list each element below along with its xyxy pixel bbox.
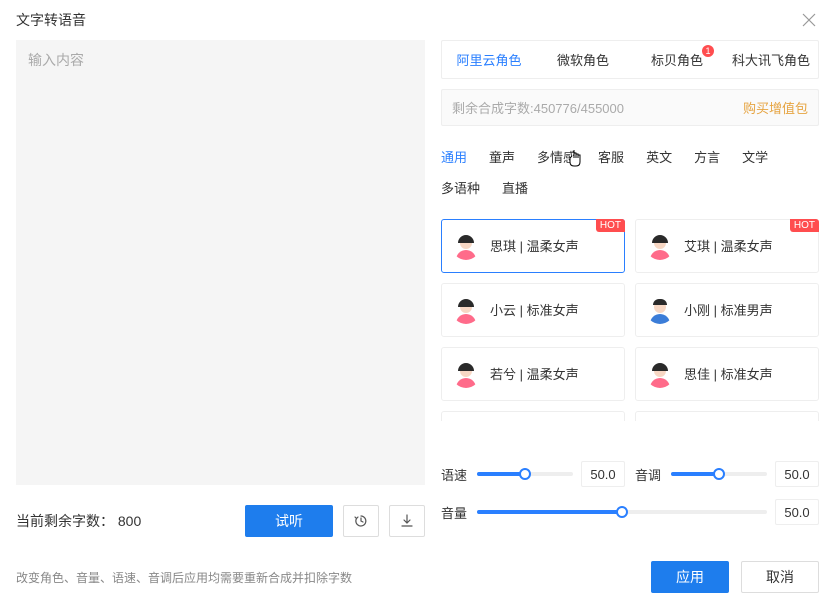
modal-body: 当前剩余字数： 800 试听 阿里云角色微软角色标贝角色1科大讯飞角色 剩余合成…	[0, 40, 835, 547]
download-button[interactable]	[389, 505, 425, 537]
slider-row-1: 语速 50.0 音调 50.0	[441, 461, 819, 487]
voice-card-1[interactable]: 艾琪 | 温柔女声 HOT	[635, 219, 819, 273]
hot-badge: HOT	[596, 219, 625, 232]
provider-tab-1[interactable]: 微软角色	[536, 41, 630, 78]
left-buttons: 试听	[245, 505, 425, 537]
voice-card-2[interactable]: 小云 | 标准女声	[441, 283, 625, 337]
speed-slider-group: 语速 50.0	[441, 461, 625, 487]
provider-tab-0[interactable]: 阿里云角色	[442, 41, 536, 78]
left-column: 当前剩余字数： 800 试听	[16, 40, 425, 537]
cancel-button[interactable]: 取消	[741, 561, 819, 593]
listen-button[interactable]: 试听	[245, 505, 333, 537]
avatar	[646, 232, 674, 260]
voice-card-3[interactable]: 小刚 | 标准男声	[635, 283, 819, 337]
quota-text: 剩余合成字数:450776/455000	[452, 98, 624, 117]
voice-name: 小刚 | 标准男声	[684, 300, 773, 319]
voice-name: 艾琪 | 温柔女声	[684, 236, 773, 255]
voice-card-4[interactable]: 若兮 | 温柔女声	[441, 347, 625, 401]
footer-buttons: 应用 取消	[651, 561, 819, 593]
history-button[interactable]	[343, 505, 379, 537]
download-icon	[399, 513, 415, 529]
category-tab-2[interactable]: 多情感	[537, 142, 576, 173]
pitch-label: 音调	[635, 465, 663, 484]
speed-slider-thumb[interactable]	[519, 468, 531, 480]
tab-badge: 1	[702, 45, 714, 57]
quota-purchase-link[interactable]: 购买增值包	[743, 98, 808, 117]
category-tab-7[interactable]: 多语种	[441, 173, 480, 204]
speed-label: 语速	[441, 465, 469, 484]
pitch-slider-group: 音调 50.0	[635, 461, 819, 487]
voice-card-7[interactable]: 艾佳 | 标准女声	[635, 411, 819, 421]
speed-value: 50.0	[581, 461, 625, 487]
avatar	[452, 360, 480, 388]
close-button[interactable]	[799, 10, 819, 30]
pitch-slider[interactable]	[671, 472, 767, 476]
voice-name: 思琪 | 温柔女声	[490, 236, 579, 255]
hot-badge: HOT	[790, 219, 819, 232]
category-tabs: 通用童声多情感客服英文方言文学多语种直播	[441, 142, 819, 205]
avatar	[646, 360, 674, 388]
speed-slider[interactable]	[477, 472, 573, 476]
voice-name: 思佳 | 标准女声	[684, 364, 773, 383]
sliders-panel: 语速 50.0 音调 50.0	[441, 461, 819, 537]
provider-tabs: 阿里云角色微软角色标贝角色1科大讯飞角色	[441, 40, 819, 79]
slider-row-2: 音量 50.0	[441, 499, 819, 525]
close-icon	[802, 13, 816, 27]
volume-slider-group: 音量 50.0	[441, 499, 819, 525]
char-count-label: 当前剩余字数：	[16, 513, 114, 529]
char-count-value: 800	[118, 513, 141, 529]
avatar	[452, 296, 480, 324]
volume-value: 50.0	[775, 499, 819, 525]
voice-name: 小云 | 标准女声	[490, 300, 579, 319]
modal-header: 文字转语音	[0, 0, 835, 40]
apply-button[interactable]: 应用	[651, 561, 729, 593]
category-tab-3[interactable]: 客服	[598, 142, 624, 173]
volume-slider-thumb[interactable]	[616, 506, 628, 518]
voice-name: 若兮 | 温柔女声	[490, 364, 579, 383]
right-column: 阿里云角色微软角色标贝角色1科大讯飞角色 剩余合成字数:450776/45500…	[441, 40, 819, 537]
history-icon	[353, 513, 369, 529]
modal-title: 文字转语音	[16, 10, 86, 30]
voice-card-5[interactable]: 思佳 | 标准女声	[635, 347, 819, 401]
category-tab-6[interactable]: 文学	[742, 142, 768, 173]
provider-tab-2[interactable]: 标贝角色1	[630, 41, 724, 78]
avatar	[452, 232, 480, 260]
content-textarea[interactable]	[16, 40, 425, 485]
voice-list: 思琪 | 温柔女声 HOT 艾琪 | 温柔女声 HOT 小云 | 标准女声 小刚 | 标准…	[441, 219, 819, 421]
voice-card-6[interactable]: 思诚 | 标准男声	[441, 411, 625, 421]
category-tab-1[interactable]: 童声	[489, 142, 515, 173]
voice-card-0[interactable]: 思琪 | 温柔女声 HOT	[441, 219, 625, 273]
provider-tab-3[interactable]: 科大讯飞角色	[724, 41, 818, 78]
voice-grid: 思琪 | 温柔女声 HOT 艾琪 | 温柔女声 HOT 小云 | 标准女声 小刚 | 标准…	[441, 219, 819, 421]
pitch-slider-thumb[interactable]	[713, 468, 725, 480]
char-count: 当前剩余字数： 800	[16, 511, 141, 531]
category-tab-0[interactable]: 通用	[441, 142, 467, 173]
pitch-value: 50.0	[775, 461, 819, 487]
tts-modal: 文字转语音 当前剩余字数： 800 试听	[0, 0, 835, 607]
left-actions: 当前剩余字数： 800 试听	[16, 505, 425, 537]
volume-slider[interactable]	[477, 510, 767, 514]
avatar	[646, 296, 674, 324]
category-tab-5[interactable]: 方言	[694, 142, 720, 173]
quota-bar: 剩余合成字数:450776/455000 购买增值包	[441, 89, 819, 126]
modal-footer: 改变角色、音量、语速、音调后应用均需要重新合成并扣除字数 应用 取消	[0, 547, 835, 607]
volume-label: 音量	[441, 503, 469, 522]
footer-note: 改变角色、音量、语速、音调后应用均需要重新合成并扣除字数	[16, 569, 352, 586]
category-tab-8[interactable]: 直播	[502, 173, 528, 204]
category-tab-4[interactable]: 英文	[646, 142, 672, 173]
